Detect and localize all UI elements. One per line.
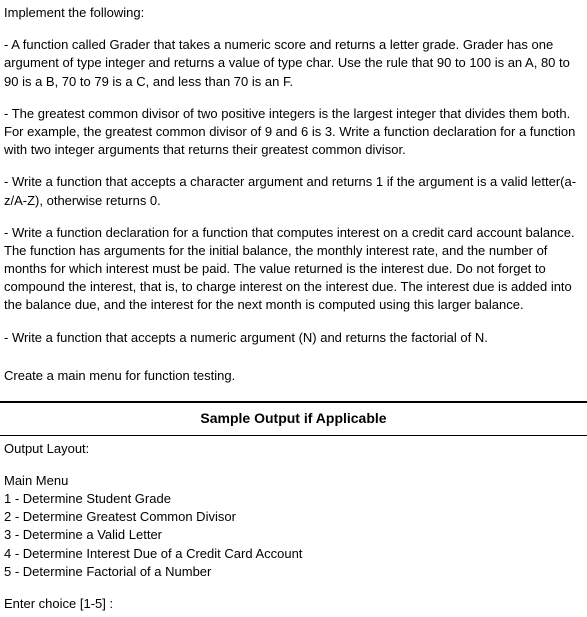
menu-item: 1 - Determine Student Grade: [4, 490, 583, 508]
intro-line: Implement the following:: [4, 4, 583, 22]
instructions-section: Implement the following: - A function ca…: [0, 0, 587, 402]
task-interest: - Write a function declaration for a fun…: [4, 224, 583, 315]
task-grader: - A function called Grader that takes a …: [4, 36, 583, 91]
sample-output-header: Sample Output if Applicable: [0, 402, 587, 436]
output-layout-label: Output Layout:: [4, 440, 583, 458]
enter-choice-prompt: Enter choice [1-5] :: [4, 595, 583, 613]
menu-item: 4 - Determine Interest Due of a Credit C…: [4, 545, 583, 563]
menu-item: 5 - Determine Factorial of a Number: [4, 563, 583, 581]
menu-item: 2 - Determine Greatest Common Divisor: [4, 508, 583, 526]
create-menu-line: Create a main menu for function testing.: [4, 367, 583, 385]
output-section: Output Layout: Main Menu 1 - Determine S…: [0, 436, 587, 617]
task-factorial: - Write a function that accepts a numeri…: [4, 329, 583, 347]
task-gcd: - The greatest common divisor of two pos…: [4, 105, 583, 160]
task-valid-letter: - Write a function that accepts a charac…: [4, 173, 583, 209]
menu-item: 3 - Determine a Valid Letter: [4, 526, 583, 544]
main-menu-title: Main Menu: [4, 472, 583, 490]
